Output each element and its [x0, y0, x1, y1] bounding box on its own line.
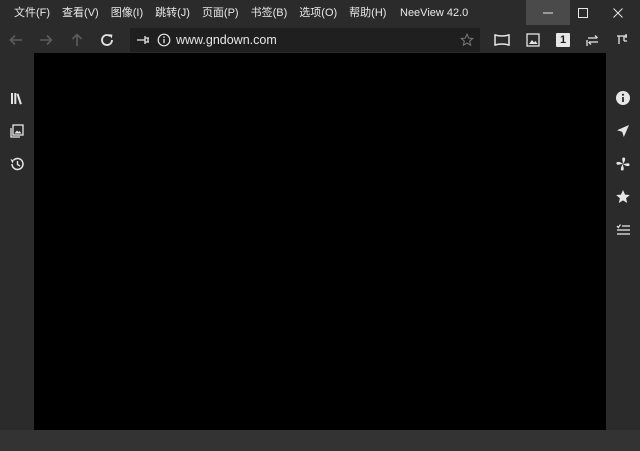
menu-view[interactable]: 查看(V): [56, 0, 105, 27]
refresh-icon: [101, 34, 113, 46]
history-icon: [10, 157, 24, 171]
info-icon[interactable]: [155, 31, 173, 49]
back-button[interactable]: [3, 27, 29, 53]
menu-help[interactable]: 帮助(H): [343, 0, 392, 27]
menu-bar: 文件(F) 查看(V) 图像(I) 跳转(J) 页面(P) 书签(B) 选项(O…: [0, 0, 392, 27]
up-button[interactable]: [64, 27, 90, 53]
menu-options[interactable]: 选项(O): [293, 0, 343, 27]
page-marker-icon: [616, 224, 630, 235]
close-icon: [613, 7, 623, 18]
minimize-icon: [543, 12, 553, 13]
history-button[interactable]: [4, 151, 30, 177]
back-arrow-icon: [9, 34, 22, 46]
menu-bookmark[interactable]: 书签(B): [245, 0, 294, 27]
address-toolbar: www.gndown.com 1: [0, 27, 640, 53]
page-list-icon: [10, 124, 24, 138]
forward-button[interactable]: [33, 27, 59, 53]
swap-direction-icon: [586, 35, 598, 46]
bookshelf-icon: [11, 93, 22, 105]
refresh-button[interactable]: [94, 27, 120, 53]
information-icon: [616, 91, 630, 105]
stretch-window-icon: [494, 34, 510, 46]
image-icon: [526, 33, 540, 47]
address-bar[interactable]: www.gndown.com: [130, 28, 480, 52]
swap-direction-button[interactable]: [580, 27, 606, 53]
right-panel-bar: [606, 53, 640, 430]
single-page-icon: 1: [556, 33, 570, 47]
address-url[interactable]: www.gndown.com: [176, 28, 277, 52]
page-list-button[interactable]: [4, 118, 30, 144]
navigator-icon: [617, 125, 629, 137]
pin-toggle-icon: [617, 34, 627, 44]
bookshelf-button[interactable]: [4, 85, 30, 111]
close-button[interactable]: [596, 0, 640, 25]
effect-icon: [616, 157, 630, 171]
bookmark-star-icon: [616, 190, 630, 203]
menu-image[interactable]: 图像(I): [105, 0, 149, 27]
stretch-window-button[interactable]: [489, 27, 515, 53]
bookmark-star-outline-icon[interactable]: [458, 31, 476, 49]
page-marker-button[interactable]: [610, 217, 636, 243]
effect-button[interactable]: [610, 151, 636, 177]
pin-icon[interactable]: [134, 31, 152, 49]
menu-jump[interactable]: 跳转(J): [149, 0, 196, 27]
window-title: NeeView 42.0: [400, 7, 469, 19]
title-bar: 文件(F) 查看(V) 图像(I) 跳转(J) 页面(P) 书签(B) 选项(O…: [0, 0, 640, 27]
pin-toggle-button[interactable]: [609, 27, 635, 53]
image-viewer[interactable]: [34, 53, 606, 430]
information-button[interactable]: [610, 85, 636, 111]
maximize-icon: [578, 7, 588, 18]
single-page-button[interactable]: 1: [550, 27, 576, 53]
bookmark-panel-button[interactable]: [610, 184, 636, 210]
status-bar: [0, 430, 640, 451]
navigator-button[interactable]: [610, 118, 636, 144]
menu-page[interactable]: 页面(P): [196, 0, 245, 27]
left-panel-bar: [0, 53, 34, 430]
menu-file[interactable]: 文件(F): [8, 0, 56, 27]
forward-arrow-icon: [40, 34, 53, 46]
image-button[interactable]: [520, 27, 546, 53]
up-arrow-icon: [71, 33, 83, 46]
